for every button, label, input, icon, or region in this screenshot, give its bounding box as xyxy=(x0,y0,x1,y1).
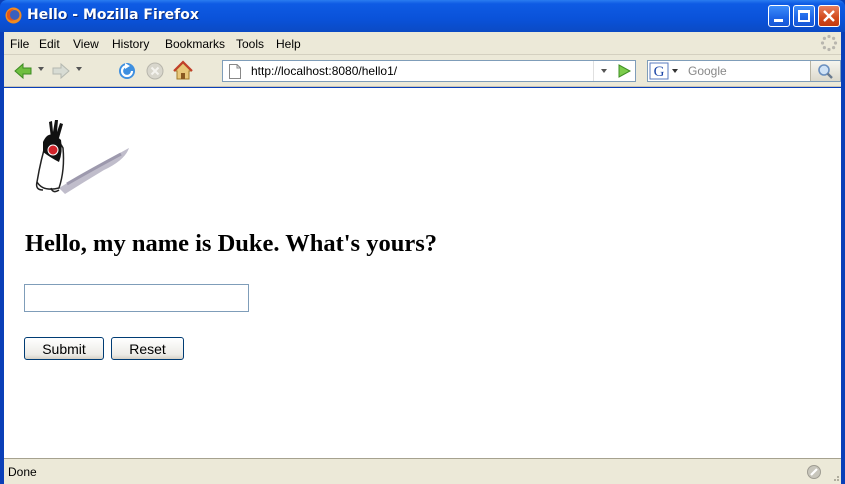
address-bar[interactable]: http://localhost:8080/hello1/ xyxy=(222,60,636,82)
svg-text:G: G xyxy=(654,64,665,80)
search-engine-selector[interactable]: G xyxy=(649,62,685,80)
firefox-icon xyxy=(5,7,22,24)
submit-button[interactable]: Submit xyxy=(24,337,104,360)
back-arrow-icon[interactable] xyxy=(12,60,34,82)
navigation-toolbar: http://localhost:8080/hello1/ G Google xyxy=(4,55,841,87)
duke-mascot-image xyxy=(35,120,129,194)
status-text: Done xyxy=(8,465,37,479)
menu-help[interactable]: Help xyxy=(276,37,301,51)
url-text[interactable]: http://localhost:8080/hello1/ xyxy=(251,64,397,78)
resize-grip-icon[interactable] xyxy=(830,469,840,483)
security-status-icon[interactable] xyxy=(806,464,822,480)
reset-button[interactable]: Reset xyxy=(111,337,184,360)
magnifier-icon xyxy=(818,64,833,79)
reload-icon[interactable] xyxy=(116,60,138,82)
page-content: Hello, my name is Duke. What's yours? Su… xyxy=(4,88,841,458)
close-button[interactable] xyxy=(818,5,840,27)
stop-icon[interactable] xyxy=(144,60,166,82)
window-title: Hello - Mozilla Firefox xyxy=(27,7,199,23)
maximize-button[interactable] xyxy=(793,5,815,27)
menu-view[interactable]: View xyxy=(73,37,99,51)
forward-arrow-icon[interactable] xyxy=(50,60,72,82)
search-placeholder[interactable]: Google xyxy=(688,64,727,78)
home-icon[interactable] xyxy=(172,60,194,82)
title-bar[interactable]: Hello - Mozilla Firefox xyxy=(0,0,845,32)
search-bar[interactable]: G Google xyxy=(647,60,841,82)
forward-dropdown-icon[interactable] xyxy=(76,67,82,71)
throbber-icon xyxy=(820,34,838,52)
menu-tools[interactable]: Tools xyxy=(236,37,264,51)
status-bar: Done xyxy=(4,458,841,484)
page-heading: Hello, my name is Duke. What's yours? xyxy=(25,230,437,257)
menu-file[interactable]: File xyxy=(10,37,29,51)
menu-bar: File Edit View History Bookmarks Tools H… xyxy=(4,32,841,55)
browser-window: Hello - Mozilla Firefox File Edit View H… xyxy=(0,0,845,484)
menu-history[interactable]: History xyxy=(112,37,149,51)
url-history-dropdown-icon[interactable] xyxy=(593,61,613,81)
name-input[interactable] xyxy=(24,284,249,312)
close-icon xyxy=(823,10,835,22)
minimize-button[interactable] xyxy=(768,5,790,27)
menu-edit[interactable]: Edit xyxy=(39,37,60,51)
back-dropdown-icon[interactable] xyxy=(38,67,44,71)
search-button[interactable] xyxy=(810,61,840,81)
menu-bookmarks[interactable]: Bookmarks xyxy=(165,37,225,51)
page-icon xyxy=(229,64,241,79)
go-arrow-icon[interactable] xyxy=(615,63,633,79)
